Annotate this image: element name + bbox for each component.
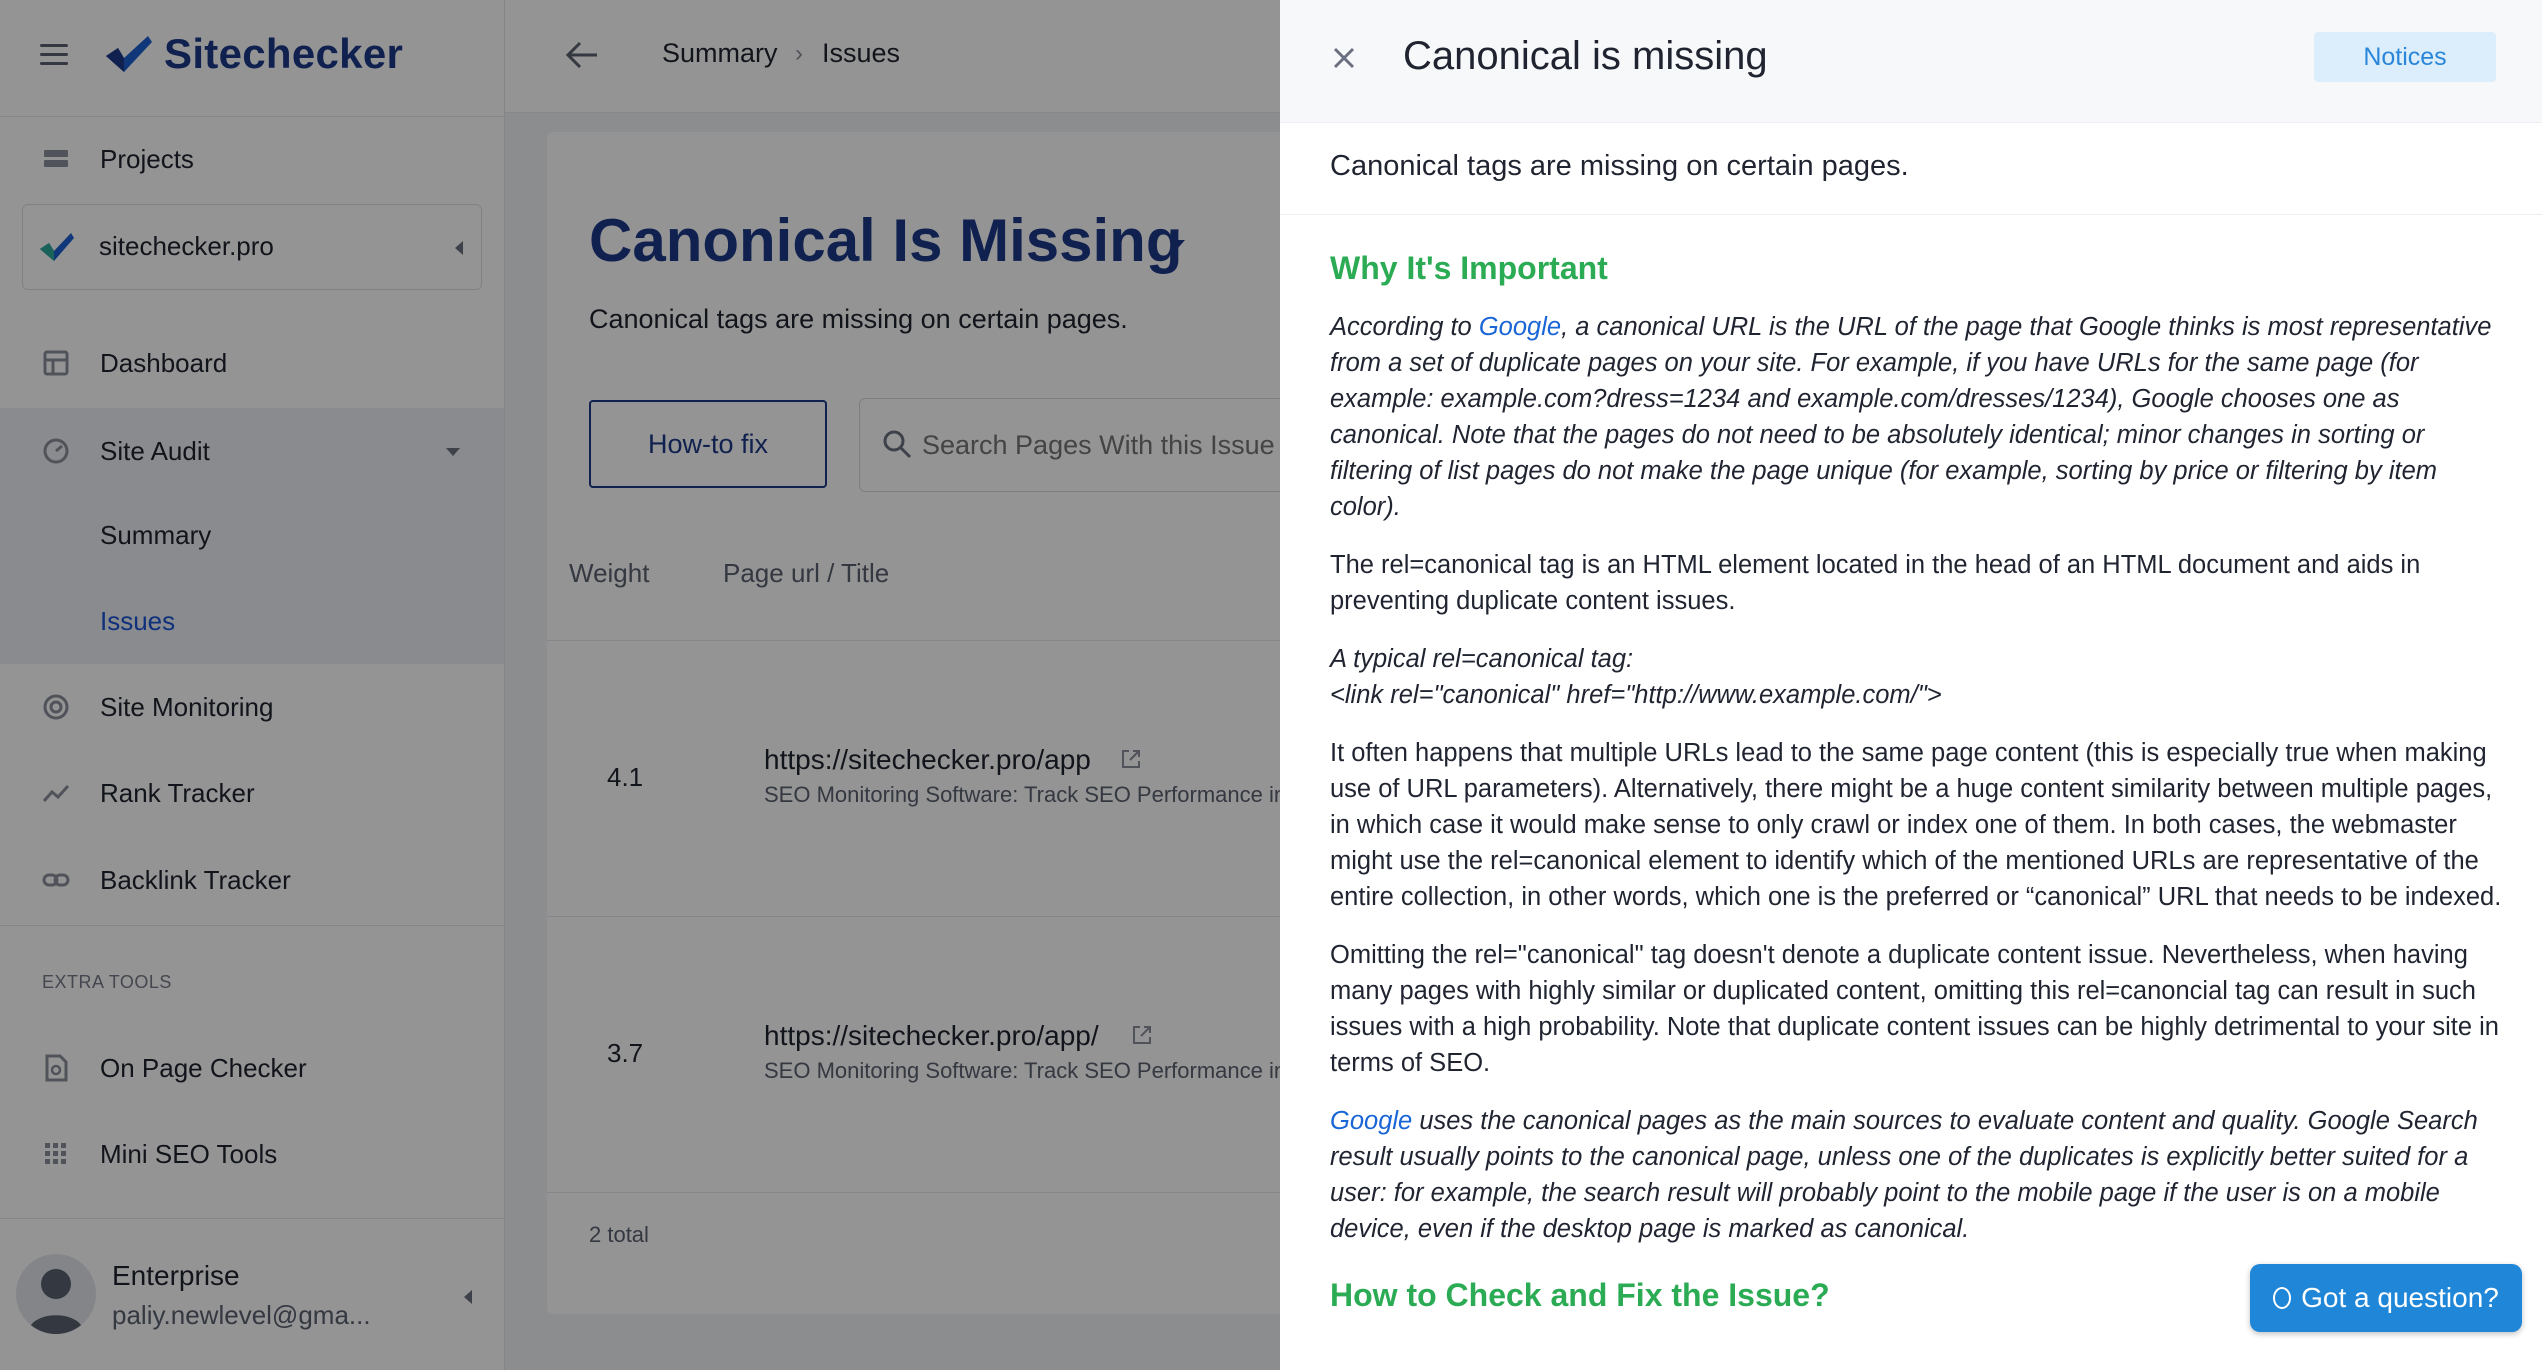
modal-backdrop[interactable] <box>0 0 1280 1370</box>
google-link[interactable]: Google <box>1330 1107 1412 1135</box>
section-heading-why: Why It's Important <box>1330 250 1608 286</box>
text-body: uses the canonical pages as the main sou… <box>1330 1107 2478 1243</box>
issue-detail-drawer: Canonical is missing Notices Canonical t… <box>1280 0 2542 1370</box>
issue-article: Why It's Important According to Google, … <box>1330 250 2510 1336</box>
paragraph-google-usage: Google uses the canonical pages as the m… <box>1330 1103 2510 1247</box>
chat-bubble-icon <box>2273 1287 2292 1309</box>
severity-badge: Notices <box>2314 32 2496 82</box>
paragraph-example-tag: A typical rel=canonical tag: <link rel="c… <box>1330 641 2510 713</box>
drawer-subtitle: Canonical tags are missing on certain pa… <box>1330 150 1909 182</box>
drawer-header: Canonical is missing Notices <box>1280 0 2542 123</box>
google-link[interactable]: Google <box>1479 313 1561 341</box>
text-example-code: <link rel="canonical" href="http://www.e… <box>1330 681 1942 709</box>
drawer-divider <box>1280 214 2542 215</box>
chat-button-label: Got a question? <box>2301 1282 2499 1313</box>
chat-button[interactable]: Got a question? <box>2250 1264 2522 1332</box>
paragraph-omitting-tag: Omitting the rel="canonical" tag doesn't… <box>1330 941 2499 1077</box>
text-lead: According to <box>1330 313 1479 341</box>
paragraph-multiple-urls: It often happens that multiple URLs lead… <box>1330 739 2502 911</box>
close-icon[interactable] <box>1330 44 1358 72</box>
text-example-intro: A typical rel=canonical tag: <box>1330 645 1634 673</box>
paragraph-rel-canonical: The rel=canonical tag is an HTML element… <box>1330 551 2421 615</box>
text-body: , a canonical URL is the URL of the page… <box>1330 313 2492 521</box>
paragraph-canonical-definition: According to Google, a canonical URL is … <box>1330 309 2510 525</box>
drawer-title: Canonical is missing <box>1403 34 1768 78</box>
